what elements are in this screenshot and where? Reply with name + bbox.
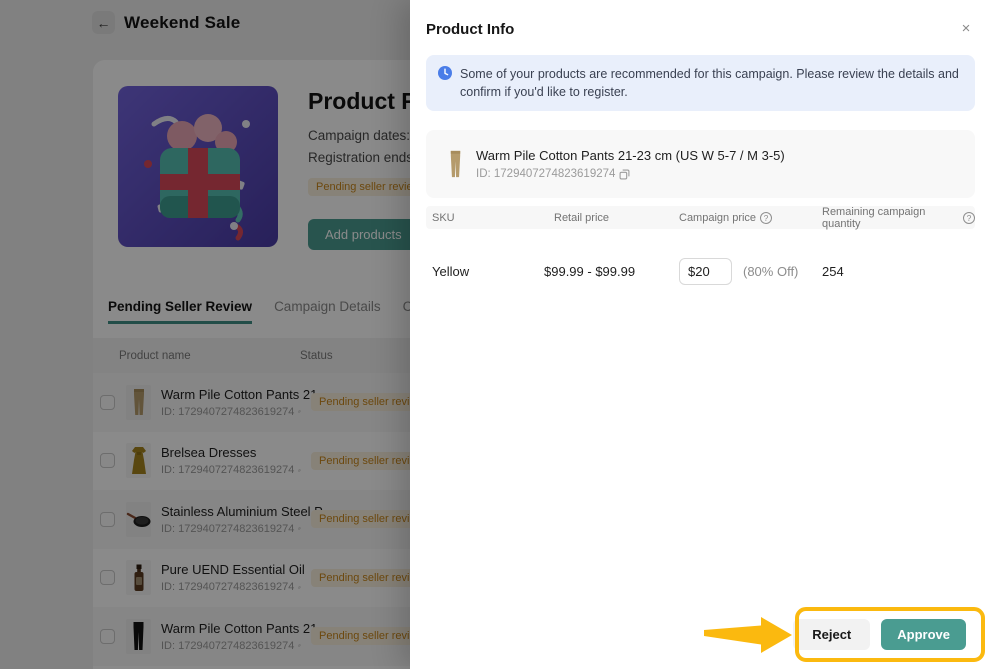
modal-title: Product Info [426, 0, 975, 38]
screen: ← Weekend Sale [0, 0, 991, 669]
reject-button[interactable]: Reject [793, 619, 870, 650]
copy-icon[interactable] [619, 169, 630, 180]
discount-note: (80% Off) [743, 264, 798, 279]
modal-product-card: Warm Pile Cotton Pants 21-23 cm (US W 5-… [426, 130, 975, 198]
column-remaining-quantity: Remaining campaign quantity [822, 206, 959, 230]
approve-button[interactable]: Approve [881, 619, 966, 650]
product-info-modal: Product Info × Some of your products are… [410, 0, 991, 669]
campaign-price-input[interactable] [679, 258, 732, 285]
banner-message: Some of your products are recommended fo… [460, 65, 963, 101]
help-icon[interactable]: ? [760, 212, 772, 224]
retail-price-value: $99.99 - $99.99 [544, 264, 679, 279]
sku-table-header: SKU Retail price Campaign price ? Remain… [426, 206, 975, 229]
clock-info-icon [438, 66, 452, 80]
info-banner: Some of your products are recommended fo… [426, 55, 975, 111]
sku-value: Yellow [426, 264, 544, 279]
help-icon[interactable]: ? [963, 212, 975, 224]
sku-table-row: Yellow $99.99 - $99.99 (80% Off) 254 [426, 258, 975, 285]
remaining-quantity-value: 254 [822, 264, 975, 279]
modal-product-id: ID: 1729407274823619274 [476, 168, 615, 180]
column-sku: SKU [426, 212, 544, 224]
close-icon[interactable]: × [957, 20, 975, 38]
modal-footer: Reject Approve [793, 619, 966, 650]
column-retail-price: Retail price [544, 212, 679, 224]
modal-product-name: Warm Pile Cotton Pants 21-23 cm (US W 5-… [476, 148, 785, 163]
tan-pants-thumbnail [448, 149, 463, 180]
column-campaign-price: Campaign price [679, 212, 756, 224]
